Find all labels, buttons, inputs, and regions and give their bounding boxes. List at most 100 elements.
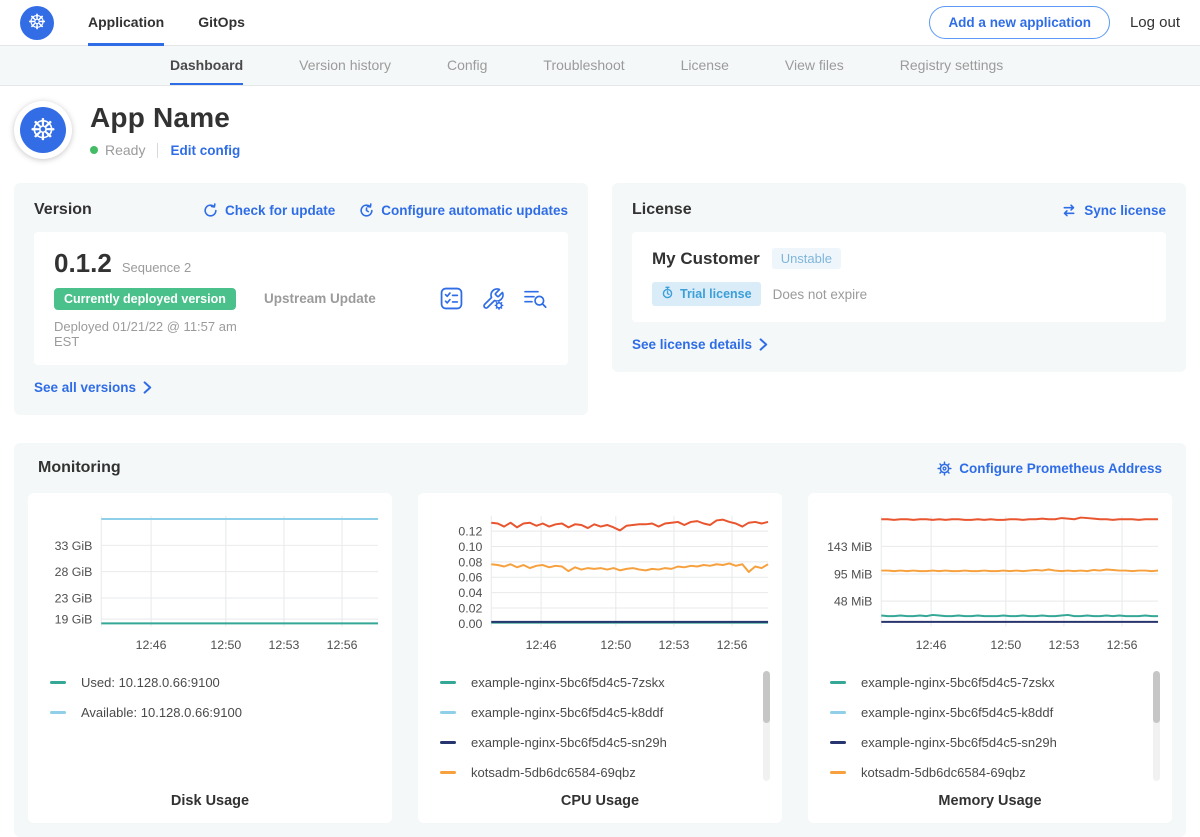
- legend-dash-icon: [830, 681, 846, 684]
- license-card-header: License Sync license: [632, 201, 1166, 219]
- license-box: My Customer Unstable Trial license Does …: [632, 232, 1166, 322]
- svg-text:0.12: 0.12: [458, 525, 482, 539]
- tab-view-files[interactable]: View files: [785, 46, 844, 85]
- top-nav: ☸ Application GitOps Add a new applicatio…: [0, 0, 1200, 46]
- legend-item: example-nginx-5bc6f5d4c5-k8ddf: [830, 705, 1154, 720]
- logout-button[interactable]: Log out: [1130, 14, 1180, 31]
- svg-text:0.08: 0.08: [458, 555, 482, 569]
- legend-item: example-nginx-5bc6f5d4c5-sn29h: [440, 735, 764, 750]
- svg-text:12:56: 12:56: [717, 638, 748, 652]
- legend-dash-icon: [830, 741, 846, 744]
- chart-title: Memory Usage: [818, 793, 1162, 809]
- schedule-icon: [359, 203, 374, 218]
- monitoring-title: Monitoring: [38, 459, 121, 477]
- release-notes-icon[interactable]: [440, 287, 463, 310]
- legend-dash-icon: [830, 771, 846, 774]
- memory-usage-plot: 12:4612:5012:5312:56143 MiB95 MiB48 MiB: [818, 505, 1162, 663]
- currently-deployed-badge: Currently deployed version: [54, 288, 236, 310]
- tab-version-history[interactable]: Version history: [299, 46, 391, 85]
- legend-scrollbar[interactable]: [763, 671, 770, 781]
- cpu-usage-plot: 12:4612:5012:5312:560.120.100.080.060.04…: [428, 505, 772, 663]
- chart-title: Disk Usage: [38, 793, 382, 809]
- version-action-icons: [440, 287, 548, 311]
- legend-item: example-nginx-5bc6f5d4c5-7zskx: [830, 675, 1154, 690]
- svg-text:12:53: 12:53: [658, 638, 689, 652]
- svg-text:28 GiB: 28 GiB: [55, 565, 93, 579]
- see-license-details-row: See license details: [632, 336, 1166, 354]
- chart-card-disk-usage: 12:4612:5012:5312:5633 GiB28 GiB23 GiB19…: [28, 493, 392, 823]
- svg-text:0.04: 0.04: [458, 586, 482, 600]
- legend-label: example-nginx-5bc6f5d4c5-7zskx: [471, 675, 665, 690]
- legend-dash-icon: [440, 711, 456, 714]
- legend-item: example-nginx-5bc6f5d4c5-k8ddf: [440, 705, 764, 720]
- legend-scrollbar-thumb[interactable]: [1153, 671, 1160, 723]
- app-avatar: ☸: [14, 101, 72, 159]
- tab-config[interactable]: Config: [447, 46, 487, 85]
- view-diff-icon[interactable]: [523, 287, 548, 310]
- trial-license-badge: Trial license: [652, 282, 761, 306]
- legend: example-nginx-5bc6f5d4c5-7zskx example-ng…: [440, 675, 764, 789]
- legend-label: example-nginx-5bc6f5d4c5-k8ddf: [861, 705, 1053, 720]
- see-license-details-link[interactable]: See license details: [632, 337, 768, 352]
- current-version-box: 0.1.2 Sequence 2 Currently deployed vers…: [34, 232, 568, 365]
- app-header: ☸ App Name Ready Edit config: [0, 86, 1200, 179]
- legend-label: kotsadm-5db6dc6584-69qbz: [471, 765, 636, 780]
- app-info: App Name Ready Edit config: [90, 102, 240, 158]
- divider: [157, 143, 158, 158]
- see-all-versions-link[interactable]: See all versions: [34, 380, 152, 395]
- configure-prometheus-link[interactable]: Configure Prometheus Address: [937, 461, 1162, 476]
- svg-text:12:56: 12:56: [327, 638, 358, 652]
- license-card: License Sync license My Customer Unstabl…: [612, 183, 1186, 372]
- svg-text:23 GiB: 23 GiB: [55, 591, 93, 605]
- legend-dash-icon: [50, 711, 66, 714]
- config-wrench-icon[interactable]: [481, 287, 505, 311]
- monitoring-header: Monitoring Configure Prometheus Address: [28, 459, 1172, 477]
- legend-scrollbar[interactable]: [1153, 671, 1160, 781]
- see-all-versions-label: See all versions: [34, 380, 136, 395]
- legend-label: Available: 10.128.0.66:9100: [81, 705, 242, 720]
- tab-license[interactable]: License: [681, 46, 729, 85]
- svg-text:12:46: 12:46: [916, 638, 947, 652]
- top-nav-items: Application GitOps: [88, 0, 245, 46]
- tab-registry-settings[interactable]: Registry settings: [900, 46, 1003, 85]
- refresh-icon: [203, 203, 218, 218]
- svg-text:95 MiB: 95 MiB: [834, 567, 872, 581]
- chevron-right-icon: [759, 338, 768, 351]
- tab-dashboard[interactable]: Dashboard: [170, 46, 243, 85]
- legend-item: kotsadm-5db6dc6584-69qbz: [830, 765, 1154, 780]
- disk-usage-plot: 12:4612:5012:5312:5633 GiB28 GiB23 GiB19…: [38, 505, 382, 663]
- tab-troubleshoot[interactable]: Troubleshoot: [543, 46, 624, 85]
- see-license-details-label: See license details: [632, 337, 752, 352]
- chevron-right-icon: [143, 381, 152, 394]
- topnav-item-gitops[interactable]: GitOps: [198, 0, 245, 46]
- sync-license-link[interactable]: Sync license: [1061, 203, 1166, 218]
- svg-text:12:46: 12:46: [136, 638, 167, 652]
- legend-label: example-nginx-5bc6f5d4c5-sn29h: [861, 735, 1057, 750]
- deployed-timestamp: Deployed 01/21/22 @ 11:57 am EST: [54, 319, 262, 349]
- add-new-application-button[interactable]: Add a new application: [929, 6, 1110, 39]
- topnav-item-application[interactable]: Application: [88, 0, 164, 46]
- monitoring-card: Monitoring Configure Prometheus Address …: [14, 443, 1186, 837]
- svg-text:12:46: 12:46: [526, 638, 557, 652]
- kubernetes-logo-icon: ☸: [20, 6, 54, 40]
- legend-dash-icon: [440, 681, 456, 684]
- svg-text:12:53: 12:53: [268, 638, 299, 652]
- status-text: Ready: [105, 142, 145, 158]
- sync-license-label: Sync license: [1084, 203, 1166, 218]
- legend-dash-icon: [50, 681, 66, 684]
- check-for-update-link[interactable]: Check for update: [203, 203, 335, 218]
- configure-automatic-updates-link[interactable]: Configure automatic updates: [359, 203, 568, 218]
- version-card-title: Version: [34, 201, 92, 219]
- edit-config-link[interactable]: Edit config: [170, 143, 240, 158]
- charts-row: 12:4612:5012:5312:5633 GiB28 GiB23 GiB19…: [28, 493, 1172, 823]
- legend-item: example-nginx-5bc6f5d4c5-sn29h: [830, 735, 1154, 750]
- channel-badge: Unstable: [772, 248, 841, 269]
- svg-text:33 GiB: 33 GiB: [55, 539, 93, 553]
- legend-label: example-nginx-5bc6f5d4c5-k8ddf: [471, 705, 663, 720]
- svg-text:12:50: 12:50: [600, 638, 631, 652]
- legend-label: Used: 10.128.0.66:9100: [81, 675, 220, 690]
- dashboard-cards-row: Version Check for update Configure autom…: [14, 183, 1186, 415]
- legend-label: kotsadm-5db6dc6584-69qbz: [861, 765, 1026, 780]
- legend-scrollbar-thumb[interactable]: [763, 671, 770, 723]
- customer-name: My Customer: [652, 249, 760, 269]
